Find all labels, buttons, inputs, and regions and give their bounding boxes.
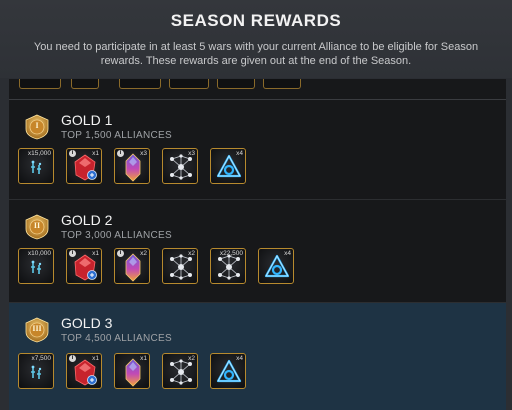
reward-item-gold-currency[interactable]: x7,500 [18, 353, 54, 389]
reward-quantity: x4 [284, 250, 291, 257]
tier-badge-icon: III [24, 317, 50, 343]
reward-item-stub [217, 79, 255, 89]
reward-item-stub [263, 79, 301, 89]
reward-item-blue-triangle-catalyst[interactable]: x4 [258, 248, 294, 284]
info-icon[interactable]: i [69, 250, 76, 257]
info-icon[interactable]: i [117, 150, 124, 157]
previous-tier-partial-row [9, 79, 506, 100]
reward-item-stub [119, 79, 161, 89]
tier-badge-numeral: II [33, 221, 41, 230]
reward-item-catalyst-network[interactable]: x3 [162, 148, 198, 184]
reward-item-blue-crystal[interactable]: i x2 [114, 248, 150, 284]
reward-quantity: x1 [92, 355, 99, 362]
tier-row-gold-3[interactable]: III GOLD 3 TOP 4,500 ALLIANCES x7,500 i x1 x1 x… [9, 303, 506, 410]
eligibility-description: You need to participate in at least 5 wa… [33, 41, 479, 67]
reward-item-blue-triangle-catalyst[interactable]: x4 [210, 353, 246, 389]
tier-badge-icon: I [24, 114, 50, 140]
tier-name: GOLD 2 [61, 212, 113, 228]
tier-name: GOLD 1 [61, 112, 113, 128]
reward-item-red-crystal[interactable]: i x1 [66, 248, 102, 284]
tier-badge-icon: II [24, 214, 50, 240]
reward-quantity: x2 [188, 355, 195, 362]
rewards-list[interactable]: I GOLD 1 TOP 1,500 ALLIANCES x15,000 i x1 i x3 x… [9, 79, 506, 410]
reward-item-red-crystal[interactable]: i x1 [66, 353, 102, 389]
reward-quantity: x3 [188, 150, 195, 157]
reward-item-catalyst-network[interactable]: x22,500 [210, 248, 246, 284]
tier-badge-numeral: I [35, 121, 39, 130]
header: SEASON REWARDS You need to participate i… [0, 0, 512, 78]
reward-item-stub [71, 79, 99, 89]
page-title: SEASON REWARDS [170, 11, 342, 30]
tier-requirement: TOP 3,000 ALLIANCES [61, 230, 172, 241]
tier-badge-numeral: III [32, 324, 42, 333]
tier-name: GOLD 3 [61, 315, 113, 331]
reward-quantity: x2 [140, 250, 147, 257]
tier-requirement: TOP 1,500 ALLIANCES [61, 130, 172, 141]
reward-quantity: x1 [140, 355, 147, 362]
tier-row-gold-2[interactable]: II GOLD 2 TOP 3,000 ALLIANCES x10,000 i x1 i x2… [9, 200, 506, 303]
reward-quantity: x1 [92, 150, 99, 157]
reward-quantity: x15,000 [27, 150, 51, 157]
reward-item-catalyst-network[interactable]: x2 [162, 353, 198, 389]
reward-item-catalyst-network[interactable]: x2 [162, 248, 198, 284]
reward-quantity: x7,500 [31, 355, 51, 362]
tier-requirement: TOP 4,500 ALLIANCES [61, 333, 172, 344]
tier-row-gold-1[interactable]: I GOLD 1 TOP 1,500 ALLIANCES x15,000 i x1 i x3 x… [9, 100, 506, 200]
reward-quantity: x2 [188, 250, 195, 257]
reward-quantity: x10,000 [27, 250, 51, 257]
reward-item-blue-triangle-catalyst[interactable]: x4 [210, 148, 246, 184]
reward-quantity: x3 [140, 150, 147, 157]
reward-quantity: x22,500 [219, 250, 243, 257]
reward-item-gold-currency[interactable]: x15,000 [18, 148, 54, 184]
reward-item-stub [169, 79, 209, 89]
reward-item-blue-crystal[interactable]: i x3 [114, 148, 150, 184]
reward-item-red-crystal[interactable]: i x1 [66, 148, 102, 184]
reward-item-blue-crystal[interactable]: x1 [114, 353, 150, 389]
info-icon[interactable]: i [69, 150, 76, 157]
reward-quantity: x1 [92, 250, 99, 257]
reward-item-stub [19, 79, 61, 89]
reward-item-gold-currency[interactable]: x10,000 [18, 248, 54, 284]
info-icon[interactable]: i [117, 250, 124, 257]
reward-quantity: x4 [236, 150, 243, 157]
reward-quantity: x4 [236, 355, 243, 362]
info-icon[interactable]: i [69, 355, 76, 362]
